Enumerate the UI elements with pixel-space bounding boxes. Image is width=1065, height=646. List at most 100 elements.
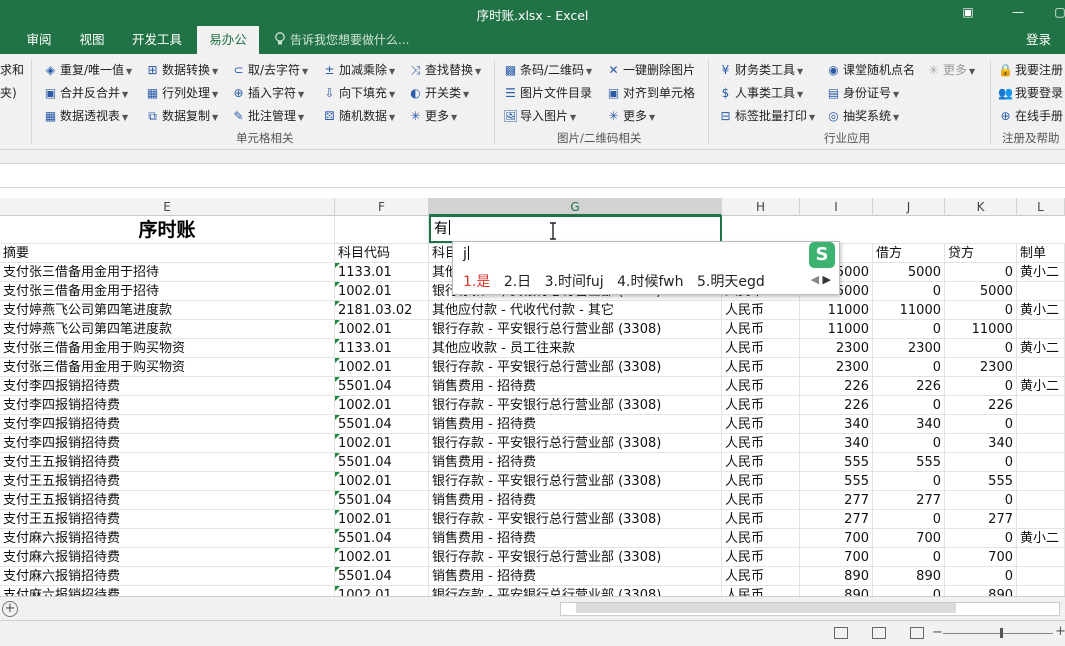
cell-credit[interactable]: 0 [945,377,1017,396]
cell-debit[interactable]: 0 [873,548,945,567]
more-cells-button[interactable]: ✳ 更多 ▼ [408,106,457,126]
cell-account[interactable]: 银行存款 - 平安银行总行营业部 (3308) [429,586,722,596]
cell-account[interactable]: 销售费用 - 招待费 [429,377,722,396]
cell-debit[interactable]: 0 [873,510,945,529]
page-layout-icon[interactable] [872,627,886,639]
cell-currency[interactable]: 人民币 [722,434,800,453]
comment-manage-button[interactable]: ✎ 批注管理 ▼ [231,106,304,126]
cell-account[interactable]: 银行存款 - 平安银行总行营业部 (3308) [429,472,722,491]
fill-down-button[interactable]: ⇩ 向下填充 ▼ [322,83,395,103]
sheet-title-cell[interactable]: 序时账 [0,216,335,244]
col-header-j[interactable]: J [873,198,945,216]
cell-debit[interactable]: 5000 [873,263,945,282]
duplicate-unique-button[interactable]: ◈ 重复/唯一值 ▼ [43,60,132,80]
arrow-right-icon[interactable]: ▶ [823,273,831,286]
cell-currency[interactable]: 人民币 [722,548,800,567]
cell-debit[interactable]: 277 [873,491,945,510]
cell-debit[interactable]: 555 [873,453,945,472]
cell-account-code[interactable]: 1002.01 [335,548,429,567]
cell-summary[interactable]: 支付麻六报销招待费 [0,586,335,596]
cell-summary[interactable]: 支付婷燕飞公司第四笔进度款 [0,320,335,339]
cell-amount[interactable]: 11000 [800,320,873,339]
cell-account-code[interactable]: 5501.04 [335,453,429,472]
cell-preparer[interactable]: 黄小二 [1017,377,1065,396]
col-header-h[interactable]: H [722,198,800,216]
more-images-button[interactable]: ✳ 更多 ▼ [606,106,655,126]
hr-tools-button[interactable]: $ 人事类工具 ▼ [718,83,804,103]
cell-preparer[interactable] [1017,434,1065,453]
cell-account-code[interactable]: 1002.01 [335,358,429,377]
finance-tools-button[interactable]: ¥ 财务类工具 ▼ [718,60,804,80]
cell-account-code[interactable]: 1002.01 [335,396,429,415]
cell-amount[interactable]: 340 [800,415,873,434]
header-cell-summary[interactable]: 摘要 [0,244,335,263]
cell-account-code[interactable]: 5501.04 [335,377,429,396]
page-break-icon[interactable] [910,627,924,639]
ime-candidate[interactable]: 1.是 [463,271,490,291]
cell-amount[interactable]: 890 [800,586,873,596]
id-number-button[interactable]: ▤ 身份证号 ▼ [826,83,899,103]
extract-chars-button[interactable]: ⊂ 取/去字符 ▼ [231,60,308,80]
cell-currency[interactable]: 人民币 [722,377,800,396]
cell-credit[interactable]: 0 [945,453,1017,472]
more-industry-button[interactable]: ✳ 更多 ▼ [926,60,975,80]
cell-account[interactable]: 销售费用 - 招待费 [429,491,722,510]
cell-account[interactable]: 其他应收款 - 员工往来款 [429,339,722,358]
tab-review[interactable]: 审阅 [17,26,61,54]
ime-candidate-window[interactable]: j S 1.是 2.日 3.时间fuj 4.时候fwh 5.明天egd ◀ ▶ [452,241,840,295]
cell-currency[interactable]: 人民币 [722,301,800,320]
cell-account[interactable]: 销售费用 - 招待费 [429,415,722,434]
cell-amount[interactable]: 2300 [800,339,873,358]
cell-credit[interactable]: 0 [945,491,1017,510]
cell-credit[interactable]: 555 [945,472,1017,491]
align-to-cell-button[interactable]: ▣ 对齐到单元格 [606,83,695,103]
tell-me-box[interactable]: 告诉我您想要做什么... [274,26,409,54]
cell-preparer[interactable] [1017,567,1065,586]
tab-developer[interactable]: 开发工具 [122,26,192,54]
cell-debit[interactable]: 11000 [873,301,945,320]
cell-credit[interactable]: 0 [945,529,1017,548]
cell-preparer[interactable] [1017,472,1065,491]
cell-preparer[interactable] [1017,396,1065,415]
cell-amount[interactable]: 11000 [800,301,873,320]
data-convert-button[interactable]: ⊞ 数据转换 ▼ [145,60,218,80]
cell-currency[interactable]: 人民币 [722,415,800,434]
cell-summary[interactable]: 支付王五报销招待费 [0,510,335,529]
cell-account-code[interactable]: 2181.03.02 [335,301,429,320]
register-button[interactable]: 🔒 我要注册 [998,60,1063,80]
find-replace-button[interactable]: ⤨ 查找替换 ▼ [408,60,481,80]
cell-account[interactable]: 销售费用 - 招待费 [429,567,722,586]
empty-cell[interactable] [335,216,429,244]
cell-amount[interactable]: 340 [800,434,873,453]
insert-chars-button[interactable]: ⊕ 插入字符 ▼ [231,83,304,103]
cell-debit[interactable]: 0 [873,472,945,491]
zoom-out-icon[interactable]: − [932,625,943,640]
cell-currency[interactable]: 人民币 [722,396,800,415]
cell-account-code[interactable]: 5501.04 [335,415,429,434]
cell-preparer[interactable] [1017,548,1065,567]
cell-credit[interactable]: 700 [945,548,1017,567]
cell-credit[interactable]: 277 [945,510,1017,529]
tab-yibangong[interactable]: 易办公 [197,26,259,54]
cell-summary[interactable]: 支付麻六报销招待费 [0,529,335,548]
col-header-g[interactable]: G [429,198,722,216]
ribbon-display-options-icon[interactable]: ▣ [958,3,978,21]
cell-account-code[interactable]: 1002.01 [335,586,429,596]
cell-currency[interactable]: 人民币 [722,491,800,510]
arithmetic-button[interactable]: ± 加减乘除 ▼ [322,60,395,80]
cell-account-code[interactable]: 1133.01 [335,339,429,358]
header-cell-account-code[interactable]: 科目代码 [335,244,429,263]
cell-currency[interactable]: 人民币 [722,358,800,377]
arrow-left-icon[interactable]: ◀ [811,273,819,286]
cell-preparer[interactable]: 黄小二 [1017,301,1065,320]
cell-currency[interactable]: 人民币 [722,453,800,472]
random-data-button[interactable]: ⚄ 随机数据 ▼ [322,106,395,126]
cell-summary[interactable]: 支付麻六报销招待费 [0,548,335,567]
cell-credit[interactable]: 0 [945,415,1017,434]
pivot-table-button[interactable]: ▦ 数据透视表 ▼ [43,106,128,126]
cell-preparer[interactable]: 黄小二 [1017,263,1065,282]
cell-preparer[interactable] [1017,586,1065,596]
cell-currency[interactable]: 人民币 [722,529,800,548]
cell-currency[interactable]: 人民币 [722,567,800,586]
cell-preparer[interactable] [1017,282,1065,301]
